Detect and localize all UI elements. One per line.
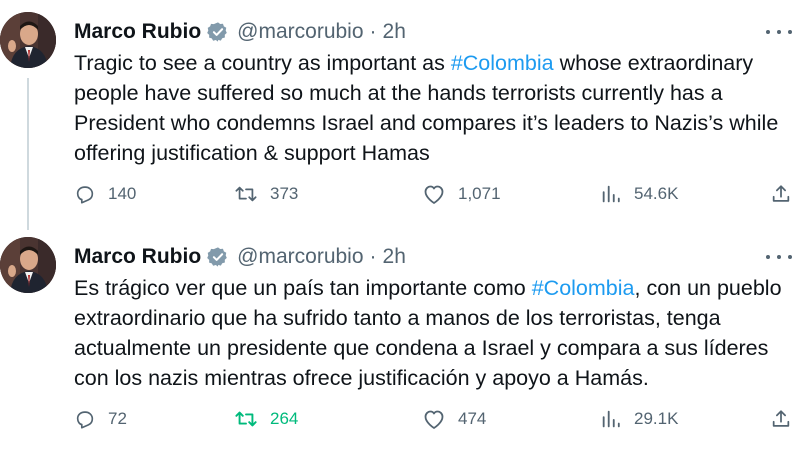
views-count: 54.6K — [634, 184, 679, 203]
hashtag-link[interactable]: #Colombia — [532, 276, 635, 300]
more-icon[interactable] — [766, 24, 792, 40]
like-count: 474 — [458, 409, 487, 428]
reply-count: 140 — [108, 184, 137, 203]
tweet-header: Marco Rubio @marcorubio · 2h — [74, 243, 406, 271]
heart-icon — [424, 410, 444, 429]
avatar[interactable] — [0, 12, 56, 68]
retweet-count: 373 — [270, 184, 299, 203]
retweet-icon — [235, 186, 257, 202]
reply-icon — [76, 411, 94, 429]
author-handle[interactable]: @marcorubio — [237, 20, 363, 44]
tweet-text-part: Es trágico ver que un país tan important… — [74, 276, 532, 300]
more-icon[interactable] — [766, 249, 792, 265]
author-name[interactable]: Marco Rubio — [74, 20, 201, 44]
retweet-icon — [235, 411, 257, 427]
reply-icon — [76, 186, 94, 204]
like-button[interactable]: 1,071 — [422, 178, 501, 210]
verified-badge-icon — [207, 246, 229, 268]
reply-count: 72 — [108, 409, 127, 428]
retweet-button[interactable]: 264 — [234, 403, 298, 435]
tweet-timestamp[interactable]: 2h — [383, 245, 406, 269]
verified-badge-icon — [207, 21, 229, 43]
author-name[interactable]: Marco Rubio — [74, 245, 201, 269]
tweet-actions: 140 373 1,071 54.6K — [74, 178, 794, 210]
separator-dot: · — [369, 20, 377, 43]
hashtag-link[interactable]: #Colombia — [451, 51, 554, 75]
tweet-actions: 72 264 474 29.1K — [74, 403, 794, 435]
like-count: 1,071 — [458, 184, 501, 203]
share-button[interactable] — [770, 403, 792, 435]
separator-dot: · — [369, 245, 377, 268]
views-button[interactable]: 29.1K — [600, 403, 678, 435]
share-button[interactable] — [770, 178, 792, 210]
share-icon — [772, 185, 790, 202]
author-handle[interactable]: @marcorubio — [237, 245, 363, 269]
retweet-button[interactable]: 373 — [234, 178, 298, 210]
tweet-timestamp[interactable]: 2h — [383, 20, 406, 44]
avatar[interactable] — [0, 237, 56, 293]
tweet-text: Tragic to see a country as important as … — [74, 48, 789, 168]
tweet-text: Es trágico ver que un país tan important… — [74, 273, 789, 393]
reply-button[interactable]: 72 — [74, 403, 127, 435]
reply-button[interactable]: 140 — [74, 178, 136, 210]
tweet[interactable]: Marco Rubio @marcorubio · 2h Tragic to s… — [0, 0, 800, 225]
tweet-text-part: Tragic to see a country as important as — [74, 51, 451, 75]
retweet-count: 264 — [270, 409, 299, 428]
views-button[interactable]: 54.6K — [600, 178, 678, 210]
like-button[interactable]: 474 — [422, 403, 486, 435]
tweet-header: Marco Rubio @marcorubio · 2h — [74, 18, 406, 46]
share-icon — [772, 410, 790, 427]
views-count: 29.1K — [634, 409, 679, 428]
views-icon — [602, 185, 620, 203]
views-icon — [602, 410, 620, 428]
tweet[interactable]: Marco Rubio @marcorubio · 2h Es trágico … — [0, 225, 800, 450]
heart-icon — [424, 185, 444, 204]
